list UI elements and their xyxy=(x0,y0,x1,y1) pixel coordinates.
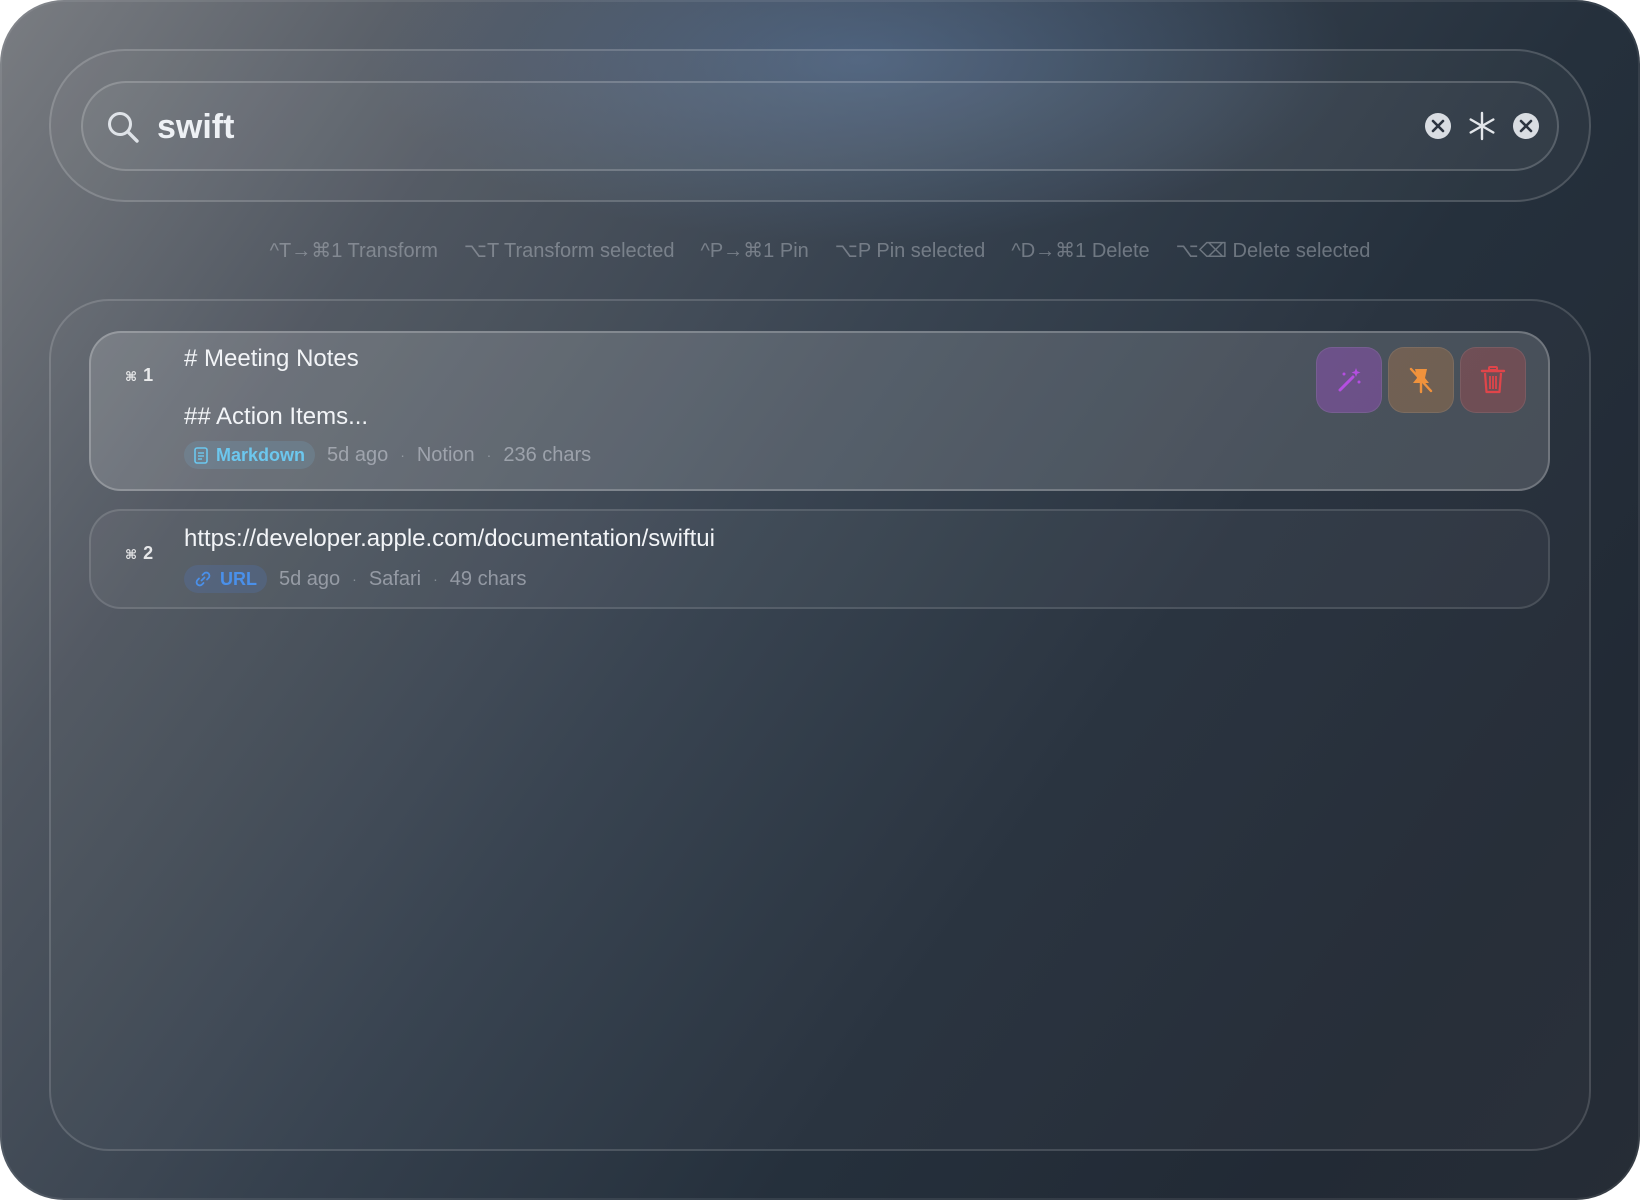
command-key-icon: ⌘ xyxy=(125,369,138,384)
shortcut-number: 1 xyxy=(143,365,154,385)
search-input[interactable] xyxy=(155,99,1259,155)
delete-button[interactable] xyxy=(1460,347,1526,413)
item-source-app: Safari xyxy=(368,567,422,590)
item-preview-line-2: ## Action Items... xyxy=(184,403,369,430)
result-item[interactable]: ⌘ 1 # Meeting Notes ## Action Items... Ma… xyxy=(89,331,1550,491)
command-key-icon: ⌘ xyxy=(125,547,138,562)
item-age: 5d ago xyxy=(279,567,341,590)
shortcut-number: 2 xyxy=(143,543,154,563)
hint-text: ⌥P Pin selected xyxy=(834,240,986,262)
transform-button[interactable] xyxy=(1316,347,1382,413)
pin-slash-icon xyxy=(1409,367,1433,394)
separator: · xyxy=(400,447,405,463)
item-actions xyxy=(1316,347,1526,413)
clear-icon[interactable] xyxy=(1423,111,1453,141)
separator: · xyxy=(352,571,357,587)
hint-transform-selected: ⌥T Transform selected xyxy=(464,238,675,263)
hint-pin: ^P→⌘1 Pin xyxy=(700,238,808,263)
shortcut-hints: ^T→⌘1 Transform ⌥T Transform selected ^P… xyxy=(0,238,1640,263)
search-icon xyxy=(108,112,139,143)
hint-delete-selected: ⌥⌫ Delete selected xyxy=(1176,238,1371,263)
type-label: Markdown xyxy=(216,444,306,465)
item-preview-line-1: # Meeting Notes xyxy=(184,345,359,372)
type-label: URL xyxy=(220,568,257,589)
magic-wand-icon xyxy=(1338,368,1361,392)
item-meta: URL 5d ago · Safari · 49 chars xyxy=(184,565,526,593)
close-icon[interactable] xyxy=(1511,111,1541,141)
hint-delete: ^D→⌘1 Delete xyxy=(1011,238,1149,263)
separator: · xyxy=(486,447,492,463)
item-preview-line-1: https://developer.apple.com/documentatio… xyxy=(184,525,715,552)
search-bar xyxy=(81,81,1559,171)
item-shortcut: ⌘ 1 xyxy=(125,365,153,386)
item-size: 49 chars xyxy=(449,567,527,590)
result-item[interactable]: ⌘ 2 https://developer.apple.com/documenta… xyxy=(89,509,1550,609)
hint-transform: ^T→⌘1 Transform xyxy=(270,238,438,263)
hint-pin-selected: ⌥P Pin selected xyxy=(835,238,986,263)
item-source-app: Notion xyxy=(416,443,475,466)
hint-text: ^T→⌘1 Transform xyxy=(269,240,438,262)
type-badge: URL xyxy=(184,565,267,593)
hint-text: ⌥T Transform selected xyxy=(463,240,675,262)
type-badge: Markdown xyxy=(184,441,316,469)
asterisk-icon[interactable] xyxy=(1465,109,1499,143)
unpin-button[interactable] xyxy=(1388,347,1454,413)
document-icon xyxy=(194,446,208,464)
item-meta: Markdown 5d ago · Notion · 236 chars xyxy=(184,441,591,469)
link-icon xyxy=(195,571,211,587)
trash-icon xyxy=(1480,366,1506,394)
clipboard-window: ^T→⌘1 Transform ⌥T Transform selected ^P… xyxy=(0,0,1640,1200)
item-age: 5d ago xyxy=(327,443,389,466)
item-size: 236 chars xyxy=(503,443,592,466)
item-shortcut: ⌘ 2 xyxy=(125,543,153,564)
hint-text: ⌥⌫ Delete selected xyxy=(1175,240,1371,262)
hint-text: ^D→⌘1 Delete xyxy=(1011,240,1150,262)
hint-text: ^P→⌘1 Pin xyxy=(700,240,809,262)
separator: · xyxy=(433,571,438,587)
